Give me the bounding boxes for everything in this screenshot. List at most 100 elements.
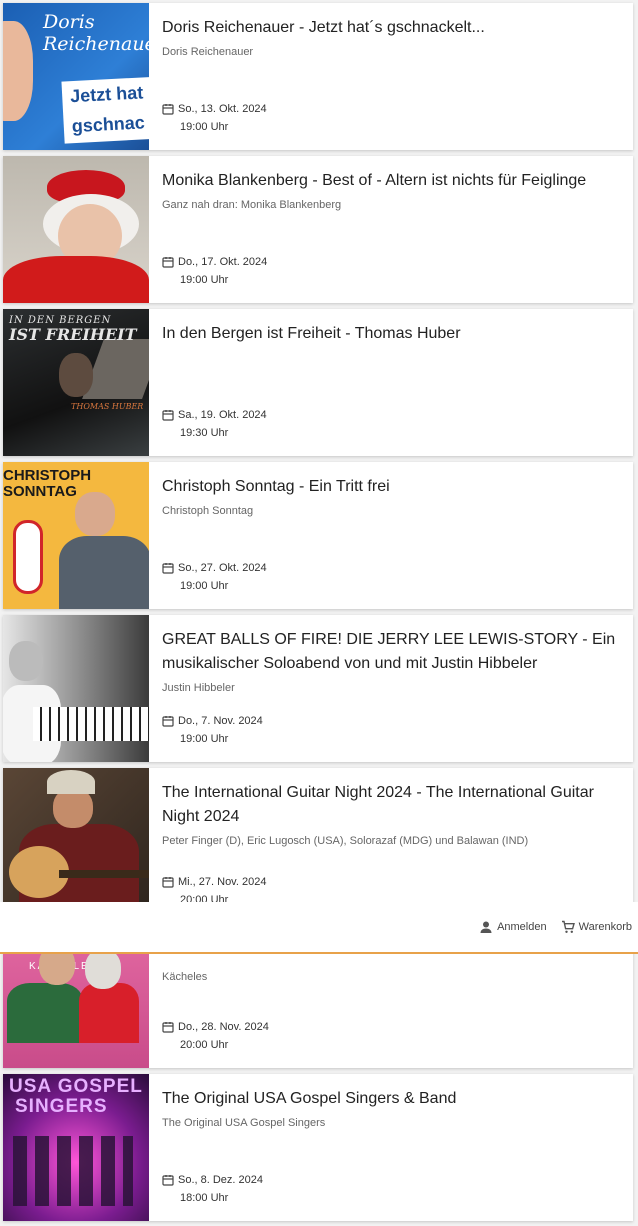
calendar-icon: [162, 716, 174, 727]
event-title[interactable]: Doris Reichenauer - Jetzt hat´s gschnack…: [162, 16, 621, 40]
event-datetime: So., 13. Okt. 2024 19:00 Uhr: [162, 100, 267, 136]
portrait-shape: [33, 707, 149, 741]
portrait-shape: [85, 949, 121, 989]
portrait-shape: [7, 983, 83, 1043]
event-subtitle: Christoph Sonntag: [162, 505, 254, 517]
event-info: Christoph Sonntag - Ein Tritt frei Chris…: [149, 462, 633, 609]
portrait-shape: [13, 520, 43, 594]
portrait-shape: [59, 870, 149, 878]
event-card[interactable]: CHRISTOPH SONNTAG Christoph Sonntag - Ei…: [3, 462, 633, 609]
event-subtitle: The Original USA Gospel Singers: [162, 1117, 326, 1129]
event-time: 20:00 Uhr: [180, 1039, 229, 1051]
event-card[interactable]: IN DEN BERGEN IST FREIHEIT THOMAS HUBER …: [3, 309, 633, 456]
portrait-shape: [53, 788, 93, 828]
event-time: 19:00 Uhr: [180, 733, 229, 745]
event-image-text-line: CHRISTOPH: [3, 467, 92, 484]
calendar-icon: [162, 563, 174, 574]
sticky-header: Anmelden Warenkorb: [0, 902, 638, 954]
cart-icon: [561, 920, 575, 933]
event-title[interactable]: The Original USA Gospel Singers & Band: [162, 1087, 621, 1111]
calendar-icon: [162, 1022, 174, 1033]
portrait-shape: [79, 983, 139, 1043]
event-date: Do., 28. Nov. 2024: [178, 1021, 269, 1033]
event-info: The Original USA Gospel Singers & Band T…: [149, 1074, 633, 1221]
event-image-text-line: IST FREIHEIT: [9, 325, 137, 344]
event-datetime: Do., 7. Nov. 2024 19:00 Uhr: [162, 712, 263, 748]
event-image[interactable]: [3, 768, 149, 915]
event-datetime: Do., 28. Nov. 2024 20:00 Uhr: [162, 1018, 269, 1054]
calendar-icon: [162, 104, 174, 115]
event-title[interactable]: Christoph Sonntag - Ein Tritt frei: [162, 475, 621, 499]
event-image-text-line: SINGERS: [15, 1096, 108, 1117]
portrait-shape: [3, 256, 149, 303]
event-info: GREAT BALLS OF FIRE! DIE JERRY LEE LEWIS…: [149, 615, 633, 762]
event-image-text: CHRISTOPH SONNTAG: [3, 468, 91, 500]
login-button[interactable]: Anmelden: [479, 920, 547, 934]
event-date: Do., 17. Okt. 2024: [178, 256, 268, 268]
event-title[interactable]: Monika Blankenberg - Best of - Altern is…: [162, 169, 621, 193]
event-subtitle: Peter Finger (D), Eric Lugosch (USA), So…: [162, 835, 529, 847]
event-datetime: So., 8. Dez. 2024 18:00 Uhr: [162, 1171, 263, 1207]
event-image-text-line: Reichenauer: [43, 33, 149, 55]
event-time: 19:00 Uhr: [180, 274, 229, 286]
login-label: Anmelden: [497, 921, 547, 933]
event-card[interactable]: GREAT BALLS OF FIRE! DIE JERRY LEE LEWIS…: [3, 615, 633, 762]
event-card[interactable]: Doris Reichenauer Jetzt hat gschnac Dori…: [3, 3, 633, 150]
event-image[interactable]: Doris Reichenauer Jetzt hat gschnac: [3, 3, 149, 150]
event-time: 19:30 Uhr: [180, 427, 229, 439]
event-datetime: Do., 17. Okt. 2024 19:00 Uhr: [162, 253, 267, 289]
event-title[interactable]: In den Bergen ist Freiheit - Thomas Hube…: [162, 322, 621, 346]
event-image[interactable]: [3, 615, 149, 762]
event-date: Do., 7. Nov. 2024: [178, 715, 263, 727]
event-image[interactable]: [3, 156, 149, 303]
calendar-icon: [162, 257, 174, 268]
event-info: In den Bergen ist Freiheit - Thomas Hube…: [149, 309, 633, 456]
event-image-text: Doris Reichenauer: [43, 11, 149, 55]
portrait-shape: [59, 353, 93, 397]
portrait-shape: [13, 1136, 133, 1206]
event-image-text-line: SONNTAG: [3, 483, 77, 500]
event-info: Monika Blankenberg - Best of - Altern is…: [149, 156, 633, 303]
event-date: So., 27. Okt. 2024: [178, 562, 267, 574]
calendar-icon: [162, 410, 174, 421]
event-image[interactable]: USA GOSPEL SINGERS: [3, 1074, 149, 1221]
portrait-shape: [9, 641, 43, 681]
event-image[interactable]: CHRISTOPH SONNTAG: [3, 462, 149, 609]
event-date: Mi., 27. Nov. 2024: [178, 876, 267, 888]
event-card[interactable]: The International Guitar Night 2024 - Th…: [3, 768, 633, 915]
event-title[interactable]: GREAT BALLS OF FIRE! DIE JERRY LEE LEWIS…: [162, 628, 621, 676]
event-subtitle: Ganz nah dran: Monika Blankenberg: [162, 199, 342, 211]
event-info: Doris Reichenauer - Jetzt hat´s gschnack…: [149, 3, 633, 150]
event-image-text-line: USA GOSPEL: [9, 1076, 143, 1097]
event-image-text-line: Jetzt hat: [69, 82, 144, 107]
event-date: So., 13. Okt. 2024: [178, 103, 267, 115]
event-title[interactable]: The International Guitar Night 2024 - Th…: [162, 781, 621, 829]
event-time: 19:00 Uhr: [180, 580, 229, 592]
event-card[interactable]: Monika Blankenberg - Best of - Altern is…: [3, 156, 633, 303]
event-subtitle: Kächeles: [162, 971, 208, 983]
event-subtitle: Justin Hibbeler: [162, 682, 235, 694]
event-image-text-line: Doris: [43, 11, 95, 33]
event-time: 18:00 Uhr: [180, 1192, 229, 1204]
cart-button[interactable]: Warenkorb: [561, 920, 632, 934]
portrait-shape: [59, 536, 149, 609]
portrait-shape: [47, 770, 95, 794]
event-date: So., 8. Dez. 2024: [178, 1174, 263, 1186]
calendar-icon: [162, 1175, 174, 1186]
calendar-icon: [162, 877, 174, 888]
event-image-text-line: THOMAS HUBER: [71, 402, 144, 411]
event-subtitle: Doris Reichenauer: [162, 46, 254, 58]
event-image[interactable]: IN DEN BERGEN IST FREIHEIT THOMAS HUBER: [3, 309, 149, 456]
user-icon: [480, 921, 492, 933]
event-datetime: So., 27. Okt. 2024 19:00 Uhr: [162, 559, 267, 595]
event-info: The International Guitar Night 2024 - Th…: [149, 768, 633, 915]
event-card[interactable]: USA GOSPEL SINGERS The Original USA Gosp…: [3, 1074, 633, 1221]
event-time: 19:00 Uhr: [180, 121, 229, 133]
event-date: Sa., 19. Okt. 2024: [178, 409, 267, 421]
event-datetime: Sa., 19. Okt. 2024 19:30 Uhr: [162, 406, 267, 442]
portrait-shape: [3, 21, 33, 121]
cart-label: Warenkorb: [578, 921, 632, 933]
event-image-text-line: gschnac: [71, 112, 146, 137]
event-image-plate: Jetzt hat gschnac: [61, 76, 149, 144]
portrait-shape: [75, 492, 115, 536]
